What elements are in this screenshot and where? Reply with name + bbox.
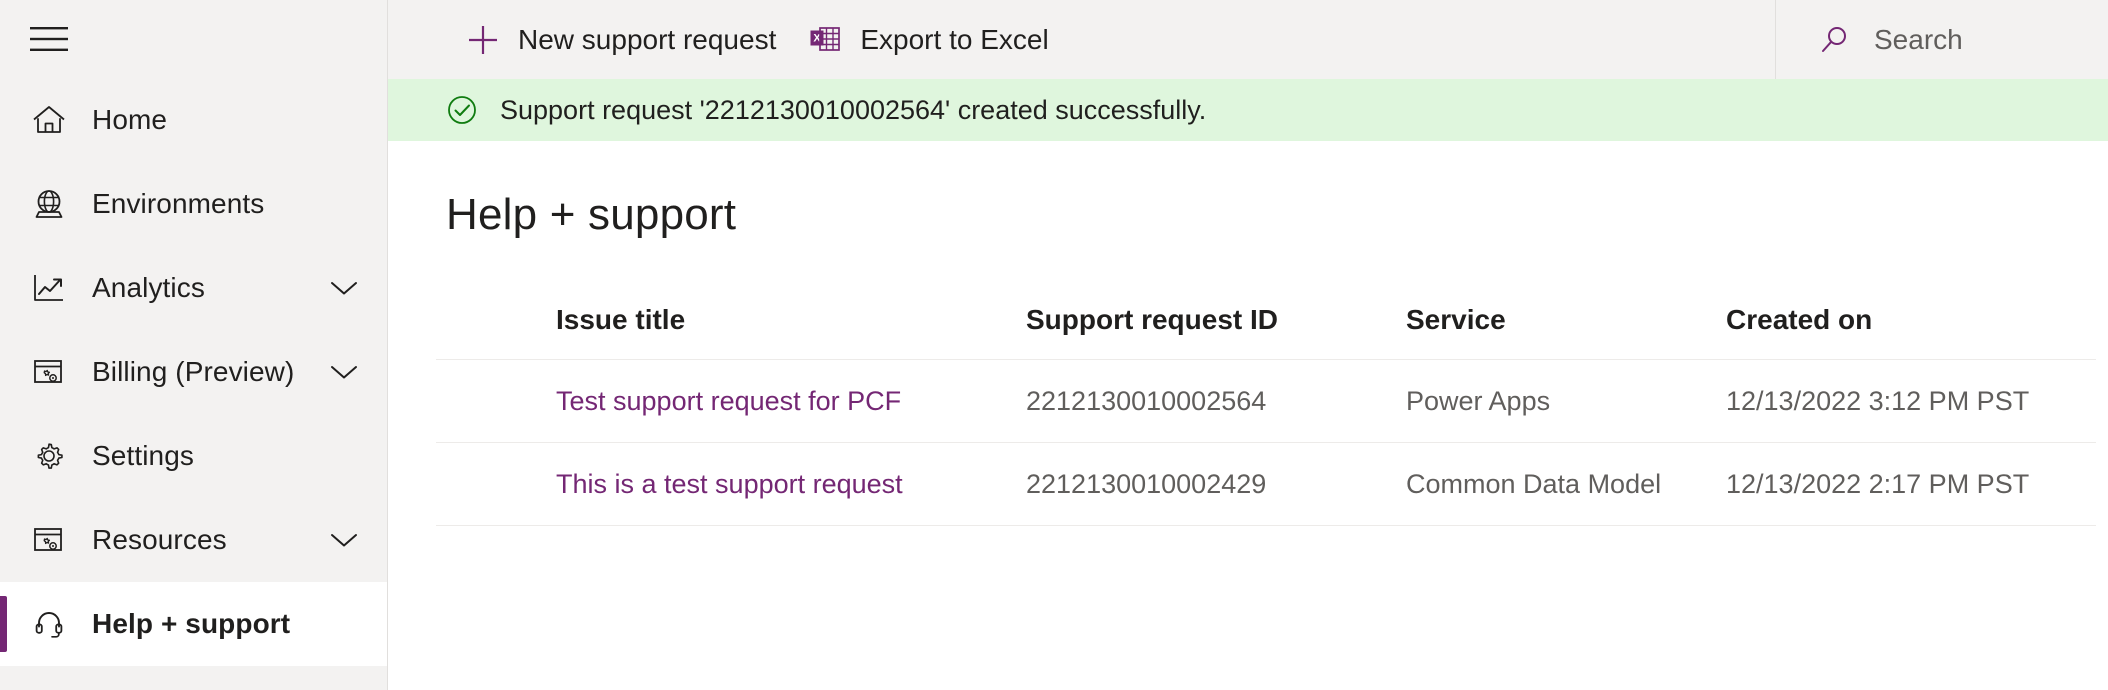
export-to-excel-button[interactable]: X Export to Excel (790, 10, 1062, 70)
excel-icon: X (804, 23, 846, 57)
sidebar-item-label: Settings (92, 440, 194, 471)
power-platform-admin-center: Home Environments Analytics Billing (Pre… (0, 0, 2108, 690)
success-banner-message: Support request '2212130010002564' creat… (500, 95, 1207, 125)
cell-service: Power Apps (1406, 359, 1726, 443)
table-header: Issue title Support request ID Service C… (436, 303, 2096, 360)
table-row[interactable]: Test support request for PCF 22121300100… (436, 359, 2096, 443)
cell-created-on: 12/13/2022 3:12 PM PST (1726, 359, 2096, 443)
command-bar: New support request X Export to Excel Se… (388, 0, 2108, 79)
cell-service: Common Data Model (1406, 442, 1726, 526)
sidebar-item-help-support[interactable]: Help + support (0, 582, 387, 666)
issue-title-link[interactable]: Test support request for PCF (556, 386, 901, 416)
cell-issue-title: This is a test support request (436, 442, 1026, 526)
new-support-request-label: New support request (518, 23, 777, 55)
chevron-down-icon[interactable] (327, 523, 361, 557)
chevron-down-icon[interactable] (327, 355, 361, 389)
search-input[interactable] (1874, 22, 2074, 57)
sidebar-header (0, 0, 387, 78)
main-content-area: New support request X Export to Excel Se… (388, 0, 2108, 690)
globe-icon (20, 186, 78, 222)
column-header-issue-title[interactable]: Issue title (436, 303, 1026, 360)
sidebar-item-analytics[interactable]: Analytics (0, 246, 387, 330)
cell-request-id: 2212130010002564 (1026, 359, 1406, 443)
gear-icon (20, 438, 78, 474)
table-row[interactable]: This is a test support request 221213001… (436, 442, 2096, 526)
new-support-request-button[interactable]: New support request (448, 10, 790, 70)
sidebar-item-label: Analytics (92, 272, 205, 303)
cell-request-id: 2212130010002429 (1026, 442, 1406, 526)
sidebar-item-label: Billing (Preview) (92, 356, 295, 387)
sidebar-item-resources[interactable]: Resources (0, 498, 387, 582)
sidebar-item-label: Environments (92, 188, 265, 219)
column-header-created-on[interactable]: Created on (1726, 303, 2096, 360)
billing-icon (20, 354, 78, 390)
hamburger-icon[interactable] (20, 10, 78, 68)
table-body: Test support request for PCF 22121300100… (436, 359, 2096, 526)
support-requests-table-wrap: Issue title Support request ID Service C… (388, 303, 2108, 526)
page-title: Help + support (446, 190, 737, 239)
chart-line-icon (20, 270, 78, 306)
sidebar-item-label: Resources (92, 524, 227, 555)
support-requests-table: Issue title Support request ID Service C… (436, 303, 2096, 526)
sidebar-item-label: Help + support (92, 608, 291, 639)
search-icon (1814, 23, 1856, 57)
sidebar-item-settings[interactable]: Settings (0, 414, 387, 498)
plus-icon (462, 23, 504, 57)
sidebar-item-environments[interactable]: Environments (0, 162, 387, 246)
sidebar-item-home[interactable]: Home (0, 78, 387, 162)
resources-icon (20, 522, 78, 558)
check-circle-icon (444, 92, 480, 128)
table-header-row: Issue title Support request ID Service C… (436, 303, 2096, 360)
left-navigation-sidebar: Home Environments Analytics Billing (Pre… (0, 0, 388, 690)
support-requests-content: Help + support Issue title Support reque… (388, 141, 2108, 690)
sidebar-nav-list: Home Environments Analytics Billing (Pre… (0, 78, 387, 666)
headset-icon (20, 606, 78, 642)
sidebar-item-billing[interactable]: Billing (Preview) (0, 330, 387, 414)
home-icon (20, 102, 78, 138)
column-header-support-request-id[interactable]: Support request ID (1026, 303, 1406, 360)
issue-title-link[interactable]: This is a test support request (556, 469, 903, 499)
column-header-service[interactable]: Service (1406, 303, 1726, 360)
search-box[interactable] (1775, 0, 2108, 79)
cell-created-on: 12/13/2022 2:17 PM PST (1726, 442, 2096, 526)
sidebar-item-label: Home (92, 104, 168, 135)
export-to-excel-label: Export to Excel (860, 23, 1049, 55)
success-banner: Support request '2212130010002564' creat… (388, 79, 2108, 141)
cell-issue-title: Test support request for PCF (436, 359, 1026, 443)
chevron-down-icon[interactable] (327, 271, 361, 305)
